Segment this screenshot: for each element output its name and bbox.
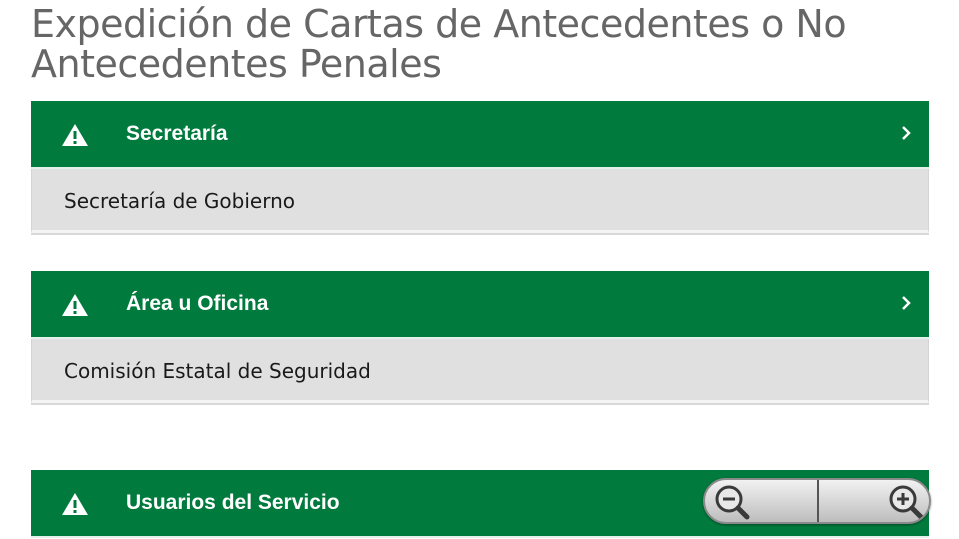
- chevron-right-icon: [902, 126, 911, 140]
- warning-icon: [62, 493, 88, 515]
- section-label: Usuarios del Servicio: [126, 491, 340, 514]
- zoom-divider: [817, 480, 819, 522]
- section-header-area-oficina[interactable]: Área u Oficina: [31, 271, 929, 339]
- section-area-oficina: Área u Oficina Comisión Estatal de Segur…: [31, 271, 929, 403]
- warning-icon: [62, 124, 88, 146]
- chevron-right-icon: [902, 296, 911, 310]
- section-body: Comisión Estatal de Seguridad: [31, 339, 929, 403]
- section-label: Área u Oficina: [126, 292, 269, 315]
- zoom-in-icon: [889, 485, 924, 520]
- page-title: Expedición de Cartas de Antecedentes o N…: [31, 2, 847, 86]
- section-label: Secretaría: [126, 122, 228, 145]
- section-body: Secretaría de Gobierno: [31, 169, 929, 233]
- section-header-secretaria[interactable]: Secretaría: [31, 101, 929, 169]
- zoom-control: [703, 478, 931, 524]
- warning-icon: [62, 294, 88, 316]
- section-secretaria: Secretaría Secretaría de Gobierno: [31, 101, 929, 233]
- zoom-out-icon: [715, 485, 750, 520]
- zoom-out-button[interactable]: [713, 483, 753, 521]
- section-value: Comisión Estatal de Seguridad: [64, 359, 371, 383]
- zoom-in-button[interactable]: [885, 483, 925, 521]
- section-value: Secretaría de Gobierno: [64, 189, 296, 213]
